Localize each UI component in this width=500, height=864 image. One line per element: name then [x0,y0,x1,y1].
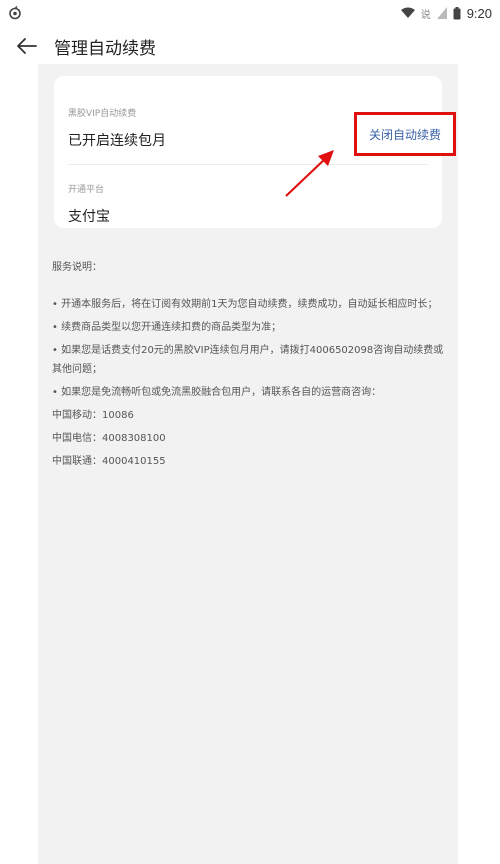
status-left [8,6,22,20]
content-panel: 黑胶VIP自动续费 已开启连续包月 关闭自动续费 开通平台 支付宝 服务说明： … [38,64,458,864]
signal-icon [436,7,447,19]
battery-icon [453,6,461,20]
back-button[interactable] [14,33,40,59]
platform-value: 支付宝 [68,209,110,225]
contact-mobile: 中国移动：10086 [52,410,134,421]
vip-label: 黑胶VIP自动续费 [68,109,137,119]
vip-status: 已开启连续包月 [68,133,166,149]
service-notes: 服务说明： • 开通本服务后，将在订阅有效期前1天为您自动续费，续费成功，自动延… [52,258,444,471]
page-title: 管理自动续费 [54,38,156,59]
platform-label: 开通平台 [68,185,105,195]
status-right: 说 9:20 [400,5,492,21]
subscription-card: 黑胶VIP自动续费 已开启连续包月 关闭自动续费 开通平台 支付宝 [54,76,456,228]
back-arrow-icon [17,38,37,54]
note-item: • 如果您是话费支付20元的黑胶VIP连续包月用户，请拨打4006502098咨… [52,345,444,375]
cancel-auto-renew-label: 关闭自动续费 [368,127,441,142]
status-bar: 说 9:20 [0,0,500,26]
note-item: • 如果您是免流畅听包或免流黑胶融合包用户，请联系各自的运营商咨询： [52,387,382,398]
app-notification-icon [8,6,22,20]
app-header: 管理自动续费 [0,26,500,66]
status-time: 9:20 [466,5,492,21]
cancel-auto-renew-button[interactable]: 关闭自动续费 [354,112,456,156]
contact-unicom: 中国联通：4000410155 [52,456,166,467]
contact-telecom: 中国电信：4008308100 [52,433,166,444]
note-item: • 续费商品类型以您开通连续扣费的商品类型为准； [52,322,282,333]
note-item: • 开通本服务后，将在订阅有效期前1天为您自动续费，续费成功，自动延长相应时长； [52,299,438,310]
card-divider [68,164,428,165]
status-small-text: 说 [420,9,431,21]
wifi-icon [400,7,415,19]
notes-title: 服务说明： [52,262,102,273]
